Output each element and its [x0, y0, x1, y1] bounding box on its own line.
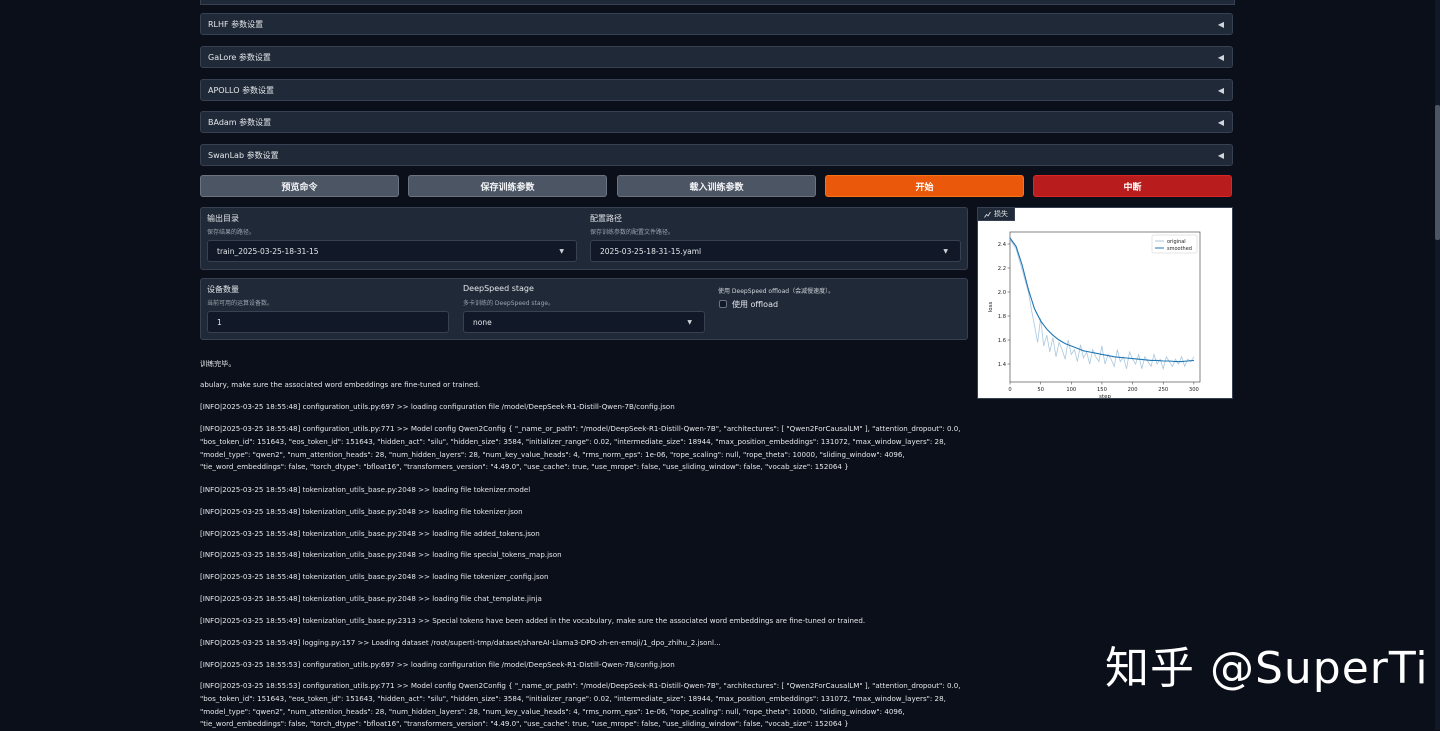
- ds-offload-info: 使用 DeepSpeed offload（会减慢速度）。: [718, 288, 835, 295]
- log-line: [INFO|2025-03-25 18:55:48] tokenization_…: [200, 550, 562, 559]
- output-dir-value: train_2025-03-25-18-31-15: [217, 246, 319, 256]
- series-line-original: [1009, 238, 1195, 371]
- y-tick-label: 1.8: [998, 314, 1006, 320]
- x-tick-label: 200: [1128, 387, 1138, 393]
- accordion-swanlab[interactable]: SwanLab 参数设置 ◀: [200, 144, 1233, 166]
- log-line: [INFO|2025-03-25 18:55:49] tokenization_…: [200, 616, 866, 625]
- chevron-down-icon: ▼: [943, 247, 948, 255]
- start-button[interactable]: 开始: [825, 175, 1024, 197]
- config-path-label: 配置路径: [590, 214, 622, 223]
- chart-icon: [984, 211, 991, 218]
- x-tick-label: 50: [1037, 387, 1044, 393]
- log-line: [INFO|2025-03-25 18:55:48] configuration…: [200, 402, 675, 411]
- log-line: [INFO|2025-03-25 18:55:53] configuration…: [200, 660, 675, 669]
- plot-label-text: 损失: [994, 210, 1008, 218]
- x-tick-label: 250: [1158, 387, 1168, 393]
- device-count-info: 当前可用的运算设备数。: [207, 300, 274, 307]
- config-path-dropdown[interactable]: 2025-03-25-18-31-15.yaml ▼: [590, 240, 961, 262]
- chevron-down-icon: ▼: [559, 247, 564, 255]
- loss-plot: 0 50 100 150 200 250 300 1.4 1.6 1.8 2.0 2.2 2.4 step…: [977, 207, 1233, 400]
- device-count-value: 1: [217, 317, 222, 327]
- x-tick-label: 100: [1066, 387, 1076, 393]
- collapse-arrow-icon: ◀: [1217, 117, 1224, 127]
- x-tick-label: 150: [1097, 387, 1107, 393]
- collapse-arrow-icon: ◀: [1217, 150, 1224, 160]
- y-tick-label: 2.0: [998, 290, 1006, 296]
- ds-offload-checkbox[interactable]: [719, 300, 727, 308]
- accordion-label: APOLLO 参数设置: [208, 85, 275, 95]
- watermark: 知乎 @SuperTi: [1105, 643, 1429, 694]
- y-tick-label: 2.4: [998, 242, 1007, 248]
- ds-stage-value: none: [473, 317, 492, 327]
- config-path-value: 2025-03-25-18-31-15.yaml: [600, 246, 702, 256]
- log-line: [INFO|2025-03-25 18:55:49] logging.py:15…: [200, 638, 721, 647]
- accordion-label: SwanLab 参数设置: [208, 150, 279, 160]
- output-dir-dropdown[interactable]: train_2025-03-25-18-31-15 ▼: [207, 240, 577, 262]
- log-line: [INFO|2025-03-25 18:55:48] tokenization_…: [200, 529, 540, 538]
- log-line: [INFO|2025-03-25 18:55:48] tokenization_…: [200, 485, 531, 494]
- collapse-arrow-icon: ◀: [1217, 85, 1224, 95]
- page-scrollbar[interactable]: [1435, 0, 1440, 730]
- config-path-info: 保存训练参数的配置文件路径。: [590, 229, 675, 236]
- accordion-galore[interactable]: GaLore 参数设置 ◀: [200, 46, 1233, 68]
- log-line: [INFO|2025-03-25 18:55:48] tokenization_…: [200, 572, 549, 581]
- legend-label: smoothed: [1167, 246, 1192, 252]
- plot-label: 损失: [977, 207, 1015, 221]
- ds-offload-label: 使用 offload: [732, 300, 779, 309]
- output-dir-label: 输出目录: [207, 214, 239, 223]
- device-count-label: 设备数量: [207, 285, 239, 294]
- accordion-label: BAdam 参数设置: [208, 117, 272, 127]
- log-line: [INFO|2025-03-25 18:55:48] tokenization_…: [200, 507, 523, 516]
- collapse-arrow-icon: ◀: [1217, 19, 1224, 29]
- legend-label: original: [1167, 239, 1186, 245]
- y-tick-label: 1.4: [998, 362, 1007, 368]
- accordion-label: RLHF 参数设置: [208, 19, 264, 29]
- y-tick-label: 2.2: [998, 266, 1006, 272]
- ds-stage-info: 多卡训练的 DeepSpeed stage。: [463, 300, 555, 307]
- accordion-top-edge: [200, 0, 1235, 5]
- log-line: [INFO|2025-03-25 18:55:48] configuration…: [200, 424, 961, 472]
- log-line: abulary, make sure the associated word e…: [200, 380, 481, 389]
- output-dir-info: 保存结果的路径。: [207, 229, 256, 236]
- log-line: [INFO|2025-03-25 18:55:53] configuration…: [200, 681, 961, 729]
- y-tick-label: 1.6: [998, 338, 1006, 344]
- accordion-rlhf[interactable]: RLHF 参数设置 ◀: [200, 13, 1233, 35]
- loss-chart: 0 50 100 150 200 250 300 1.4 1.6 1.8 2.0 2.2 2.4 step…: [988, 231, 1201, 400]
- accordion-badam[interactable]: BAdam 参数设置 ◀: [200, 111, 1233, 133]
- ds-stage-label: DeepSpeed stage: [463, 284, 534, 293]
- series-line-smoothed: [1009, 237, 1194, 363]
- ds-stage-dropdown[interactable]: none ▼: [463, 311, 705, 333]
- x-tick-label: 300: [1189, 387, 1199, 393]
- scrollbar-thumb[interactable]: [1435, 105, 1440, 240]
- plot-frame: [1009, 231, 1201, 383]
- preview-command-button[interactable]: 预览命令: [200, 175, 399, 197]
- save-args-button[interactable]: 保存训练参数: [408, 175, 607, 197]
- abort-button[interactable]: 中断: [1033, 175, 1232, 197]
- chevron-down-icon: ▼: [687, 318, 692, 326]
- x-tick-label: 0: [1008, 387, 1011, 393]
- y-axis-label: loss: [988, 302, 994, 313]
- device-count-input[interactable]: 1: [207, 311, 449, 333]
- log-line: 训练完毕。: [200, 359, 236, 368]
- x-axis-label: step: [1099, 394, 1111, 398]
- collapse-arrow-icon: ◀: [1217, 52, 1224, 62]
- accordion-apollo[interactable]: APOLLO 参数设置 ◀: [200, 79, 1233, 101]
- log-line: [INFO|2025-03-25 18:55:48] tokenization_…: [200, 594, 542, 603]
- accordion-label: GaLore 参数设置: [208, 52, 271, 62]
- load-args-button[interactable]: 载入训练参数: [617, 175, 816, 197]
